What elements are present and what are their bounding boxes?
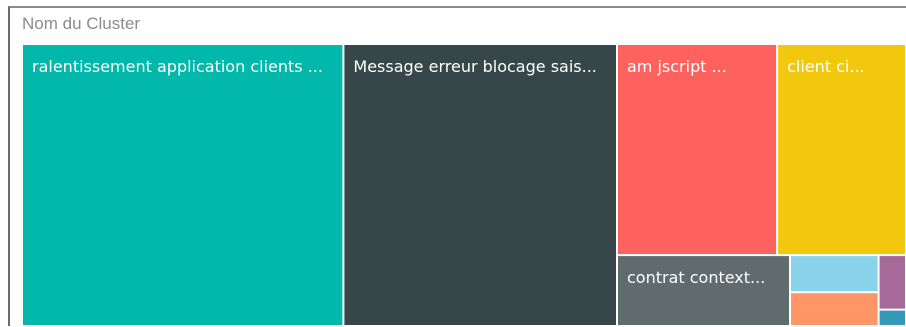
treemap-tile[interactable] [344, 45, 616, 325]
treemap-tile[interactable] [618, 256, 789, 325]
treemap-tile[interactable] [618, 45, 777, 255]
treemap-tile-label: ralentissement application clients ... [32, 57, 323, 76]
treemap-tile-label: am jscript ... [627, 57, 727, 76]
treemap-tile[interactable] [879, 256, 905, 309]
treemap-tile-label: contrat context... [627, 268, 765, 287]
treemap-tile[interactable] [23, 45, 343, 325]
treemap-tile[interactable] [791, 256, 878, 292]
treemap-tile-label: Message erreur blocage sais... [353, 57, 596, 76]
treemap-visual: Nom du Cluster ralentissement applicatio… [8, 6, 906, 326]
treemap-tile[interactable] [778, 45, 905, 255]
treemap-tile-label: client ci... [787, 57, 865, 76]
treemap-tile[interactable] [879, 310, 905, 325]
treemap-chart: ralentissement application clients ... Me… [23, 45, 905, 325]
treemap-tile[interactable] [791, 293, 878, 325]
